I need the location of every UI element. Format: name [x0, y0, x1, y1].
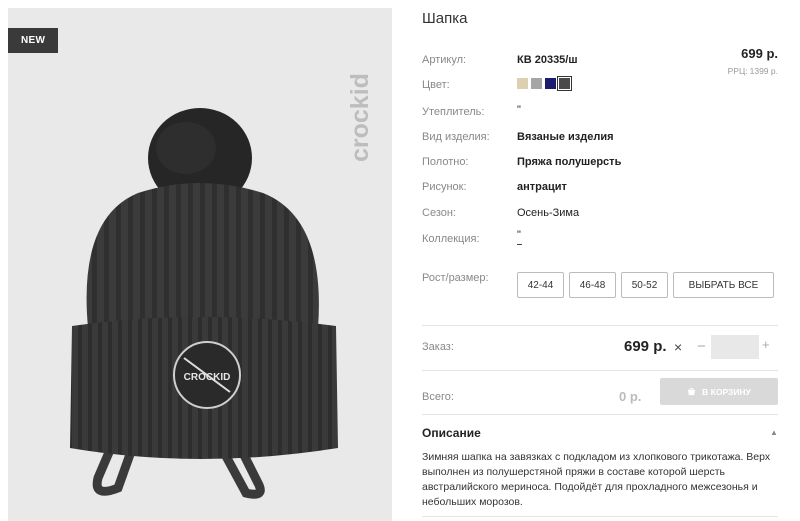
collection-value-text: " [517, 229, 521, 241]
divider [422, 370, 778, 371]
total-value: 0 р. [619, 389, 642, 404]
quantity-minus-button[interactable]: − [697, 338, 706, 355]
collapse-icon[interactable]: ▲ [770, 428, 778, 437]
size-button-46-48[interactable]: 46-48 [569, 272, 616, 298]
product-details: Шапка 699 р. РРЦ: 1399 р. Артикул: КВ 203… [422, 0, 800, 521]
fabric-value: Пряжа полушерсть [517, 156, 622, 168]
total-row: Всего: 0 р. В КОРЗИНУ [422, 378, 778, 418]
color-swatches [517, 76, 572, 91]
product-price: 699 р. [741, 46, 778, 61]
size-button-42-44[interactable]: 42-44 [517, 272, 564, 298]
description-header[interactable]: Описание [422, 426, 481, 440]
article-label: Артикул: [422, 54, 467, 66]
article-value: КВ 20335/ш [517, 54, 578, 66]
item-type-value: Вязаные изделия [517, 131, 614, 143]
order-row: Заказ: 699 р. × − + [422, 327, 778, 367]
season-label: Сезон: [422, 207, 456, 219]
select-all-sizes-button[interactable]: ВЫБРАТЬ ВСЕ [673, 272, 774, 298]
size-buttons: 42-44 46-48 50-52 ВЫБРАТЬ ВСЕ [517, 272, 774, 298]
color-swatch-beige[interactable] [517, 78, 528, 89]
divider [422, 414, 778, 415]
rrp: РРЦ: 1399 р. [728, 66, 778, 76]
size-label: Рост/размер: [422, 272, 489, 284]
color-swatch-navy[interactable] [545, 78, 556, 89]
color-swatch-anthracite[interactable] [557, 76, 572, 91]
description-text: Зимняя шапка на завязках с подкладом из … [422, 451, 771, 508]
new-badge: NEW [8, 28, 59, 53]
collection-label: Коллекция: [422, 233, 480, 245]
order-label: Заказ: [422, 341, 454, 353]
rrp-value: 1399 р. [749, 66, 778, 76]
quantity-plus-button[interactable]: + [762, 337, 770, 352]
color-swatch-grey[interactable] [531, 78, 542, 89]
insulation-label: Утеплитель: [422, 106, 485, 118]
divider [422, 325, 778, 326]
cart-icon [688, 387, 696, 396]
pattern-value: антрацит [517, 181, 567, 193]
order-price: 699 р. [624, 338, 667, 355]
fabric-label: Полотно: [422, 156, 469, 168]
brand-logo: crockid [346, 22, 376, 162]
add-to-cart-label: В КОРЗИНУ [702, 386, 751, 397]
product-image-panel: CROCKID NEW crockid [8, 8, 392, 521]
add-to-cart-button[interactable]: В КОРЗИНУ [660, 378, 778, 405]
collection-value: " [517, 229, 522, 245]
times-icon: × [674, 339, 683, 355]
collection-dash [517, 244, 522, 245]
size-button-50-52[interactable]: 50-52 [621, 272, 668, 298]
brand-logo-text: crockid [346, 73, 374, 162]
pattern-label: Рисунок: [422, 181, 467, 193]
product-image: CROCKID [70, 108, 338, 499]
total-label: Всего: [422, 391, 454, 403]
item-type-label: Вид изделия: [422, 131, 490, 143]
divider [422, 516, 778, 517]
quantity-input[interactable] [711, 335, 759, 359]
season-value: Осень-Зима [517, 207, 580, 219]
rrp-label: РРЦ: [727, 66, 748, 76]
color-label: Цвет: [422, 79, 450, 91]
insulation-value: " [517, 104, 521, 116]
product-title: Шапка [422, 10, 468, 27]
hat-patch-text: CROCKID [184, 372, 231, 383]
